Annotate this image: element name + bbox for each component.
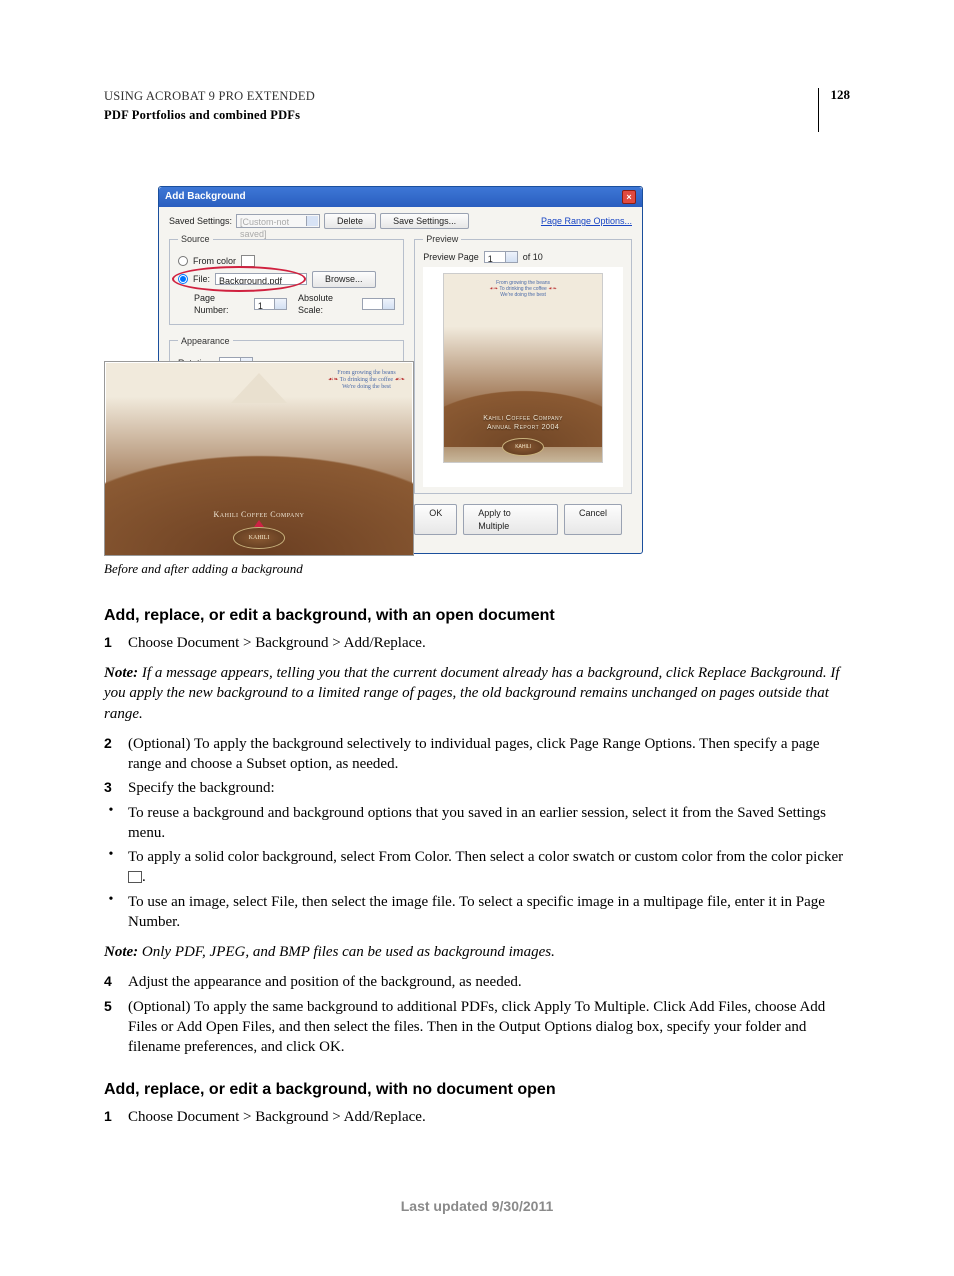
page-range-options-link[interactable]: Page Range Options... xyxy=(541,215,632,227)
preview-thumbnail: From growing the beans ☙❧ To drinking th… xyxy=(423,267,623,487)
triangle-icon xyxy=(254,520,264,527)
kahili-badge-icon: KAHILI xyxy=(502,438,544,456)
save-settings-button[interactable]: Save Settings... xyxy=(380,213,469,229)
source-fieldset: Source From color File: Background.pdf B… xyxy=(169,233,404,325)
step-1: 1 Choose Document > Background > Add/Rep… xyxy=(104,633,850,653)
step-3: 3 Specify the background: xyxy=(104,778,850,798)
browse-button[interactable]: Browse... xyxy=(312,271,376,287)
cancel-button[interactable]: Cancel xyxy=(564,504,622,534)
bullet-saved-settings: • To reuse a background and background o… xyxy=(104,803,850,844)
file-row-highlighted: File: Background.pdf Browse... xyxy=(178,271,395,287)
note-file-types: Note: Only PDF, JPEG, and BMP files can … xyxy=(104,942,850,962)
delete-button[interactable]: Delete xyxy=(324,213,376,229)
page-header: USING ACROBAT 9 PRO EXTENDED PDF Portfol… xyxy=(104,88,850,132)
note-replace-background: Note: If a message appears, telling you … xyxy=(104,663,850,724)
absolute-scale-stepper[interactable] xyxy=(362,298,395,310)
close-icon[interactable]: × xyxy=(622,190,636,204)
preview-page-stepper[interactable]: 1 xyxy=(484,251,518,263)
color-picker-icon xyxy=(128,871,142,883)
header-chapter: PDF Portfolios and combined PDFs xyxy=(104,107,315,124)
page-number-stepper[interactable]: 1 xyxy=(254,298,287,310)
section-heading-no-doc: Add, replace, or edit a background, with… xyxy=(104,1079,850,1101)
file-path-field[interactable]: Background.pdf xyxy=(215,273,307,285)
saved-settings-label: Saved Settings: xyxy=(169,215,232,227)
step-1b: 1 Choose Document > Background > Add/Rep… xyxy=(104,1107,850,1127)
preview-legend: Preview xyxy=(423,233,461,245)
from-color-label: From color xyxy=(193,255,236,267)
page-footer: Last updated 9/30/2011 xyxy=(104,1197,850,1216)
page-number: 128 xyxy=(818,88,851,132)
saved-settings-dropdown[interactable]: [Custom-not saved] xyxy=(236,214,320,228)
figure-add-background: Add Background × Saved Settings: [Custom… xyxy=(104,186,790,554)
source-legend: Source xyxy=(178,233,213,245)
preview-page-label: Preview Page xyxy=(423,251,479,263)
absolute-scale-label: Absolute Scale: xyxy=(298,292,357,316)
preview-of-label: of 10 xyxy=(523,251,543,263)
section-heading-open-doc: Add, replace, or edit a background, with… xyxy=(104,605,850,627)
ok-button[interactable]: OK xyxy=(414,504,457,534)
preview-fieldset: Preview Preview Page 1 of 10 From growin… xyxy=(414,233,632,494)
step-4: 4 Adjust the appearance and position of … xyxy=(104,972,850,992)
apply-to-multiple-button[interactable]: Apply to Multiple xyxy=(463,504,558,534)
kahili-badge-icon: KAHILI xyxy=(233,527,285,549)
color-swatch-icon[interactable] xyxy=(241,255,255,267)
header-product: USING ACROBAT 9 PRO EXTENDED xyxy=(104,88,315,105)
from-color-radio[interactable] xyxy=(178,256,188,266)
before-after-overlay: From growing the beans ☙❧ To drinking th… xyxy=(104,361,414,556)
step-2: 2 (Optional) To apply the background sel… xyxy=(104,734,850,775)
preview-document: From growing the beans ☙❧ To drinking th… xyxy=(443,273,603,463)
step-5: 5 (Optional) To apply the same backgroun… xyxy=(104,997,850,1058)
page-number-label: Page Number: xyxy=(194,292,249,316)
dialog-button-row: OK Apply to Multiple Cancel xyxy=(414,504,632,542)
dialog-title: Add Background xyxy=(165,190,246,204)
bullet-from-color: • To apply a solid color background, sel… xyxy=(104,847,850,888)
figure-caption: Before and after adding a background xyxy=(104,560,850,578)
saved-settings-row: Saved Settings: [Custom-not saved] Delet… xyxy=(159,207,642,233)
appearance-legend: Appearance xyxy=(178,335,233,347)
bullet-file-image: • To use an image, select File, then sel… xyxy=(104,892,850,933)
dialog-titlebar: Add Background × xyxy=(159,187,642,207)
file-label: File: xyxy=(193,273,210,285)
file-radio[interactable] xyxy=(178,274,188,284)
header-left: USING ACROBAT 9 PRO EXTENDED PDF Portfol… xyxy=(104,88,315,124)
